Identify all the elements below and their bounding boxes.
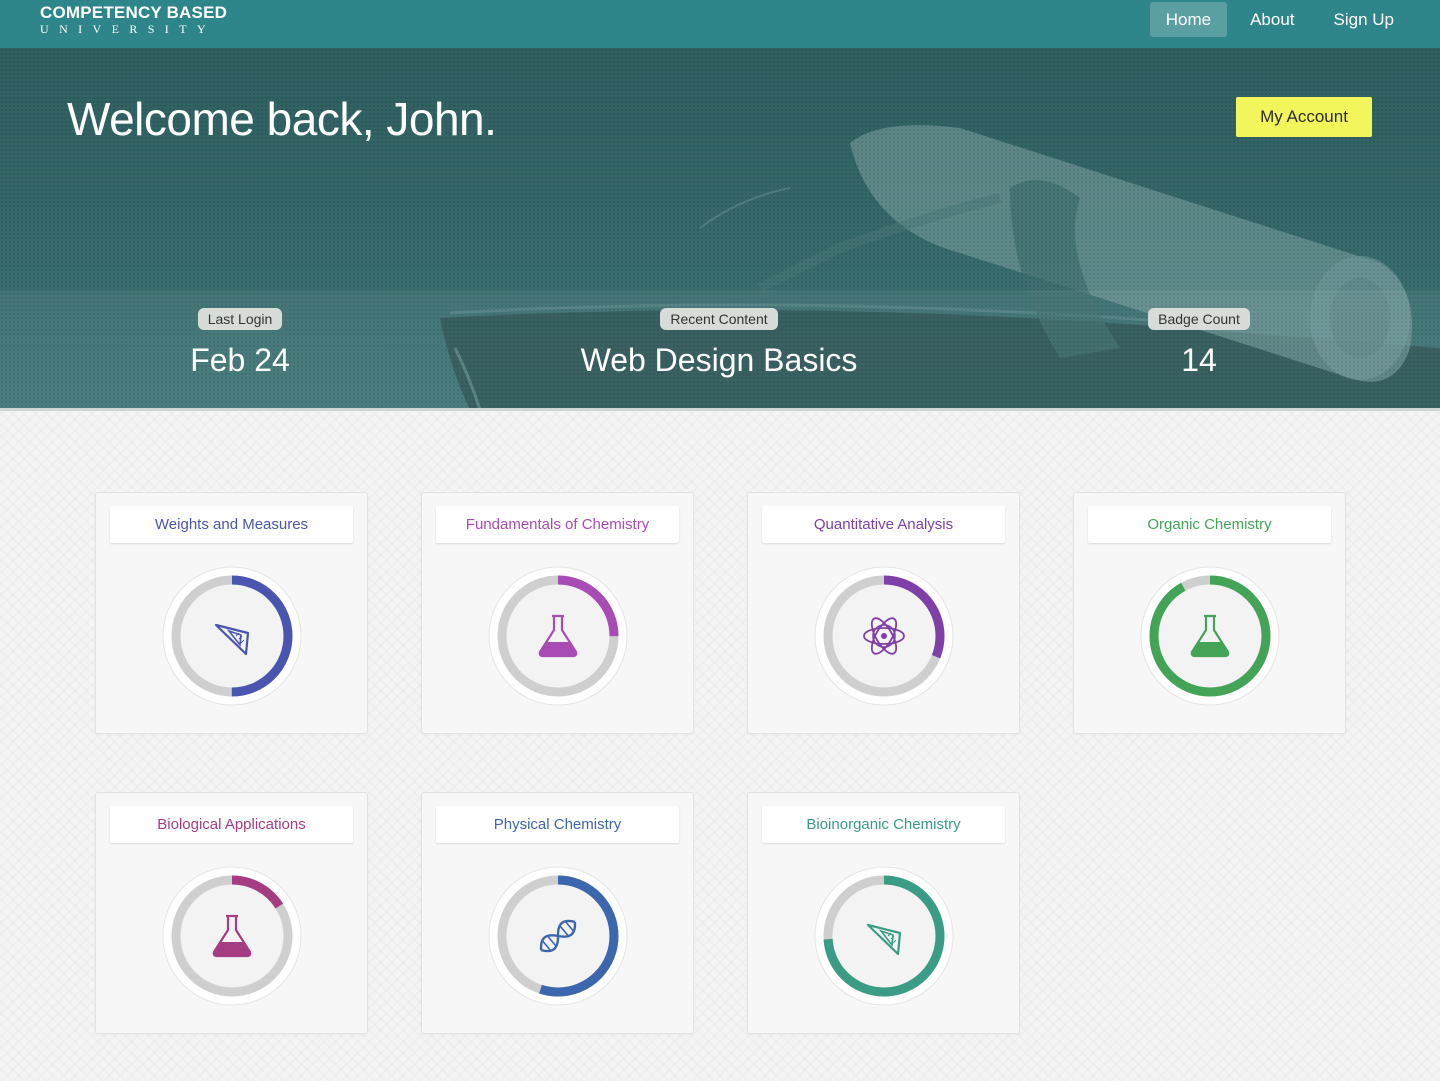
nav-links: Home About Sign Up: [1143, 2, 1410, 37]
course-grid: Weights and Measures Fundamentals of Che…: [0, 411, 1440, 1081]
course-card[interactable]: Weights and Measures: [95, 492, 368, 734]
stat-value: 14: [1181, 342, 1217, 378]
course-title: Biological Applications: [110, 806, 353, 843]
course-title: Organic Chemistry: [1088, 506, 1331, 543]
stat-label: Recent Content: [660, 308, 778, 330]
progress-ring: [162, 866, 302, 1006]
progress-ring: [162, 566, 302, 706]
progress-ring: [1140, 566, 1280, 706]
my-account-button[interactable]: My Account: [1236, 97, 1372, 137]
logo-title: COMPETENCY BASED: [40, 3, 228, 22]
course-card[interactable]: Physical Chemistry: [421, 792, 694, 1034]
progress-ring: [488, 566, 628, 706]
nav-home-link[interactable]: Home: [1149, 2, 1228, 37]
course-card[interactable]: Organic Chemistry: [1073, 492, 1346, 734]
course-title: Fundamentals of Chemistry: [436, 506, 679, 543]
logo-subtitle: UNIVERSITY: [40, 22, 216, 36]
course-card[interactable]: Fundamentals of Chemistry: [421, 492, 694, 734]
nav-signup-link[interactable]: Sign Up: [1318, 2, 1410, 37]
logo[interactable]: COMPETENCY BASED UNIVERSITY: [40, 3, 228, 37]
course-title: Physical Chemistry: [436, 806, 679, 843]
progress-ring: [814, 866, 954, 1006]
stat-value[interactable]: Web Design Basics: [539, 342, 899, 379]
stat-recent-content: Recent Content Web Design Basics: [539, 308, 899, 379]
stat-last-login: Last Login Feb 24: [60, 308, 420, 379]
course-title: Quantitative Analysis: [762, 506, 1005, 543]
nav-about-link[interactable]: About: [1234, 2, 1310, 37]
stat-badge-count: Badge Count 14: [1019, 308, 1379, 379]
course-title: Bioinorganic Chemistry: [762, 806, 1005, 843]
progress-ring: [814, 566, 954, 706]
progress-ring: [488, 866, 628, 1006]
course-title: Weights and Measures: [110, 506, 353, 543]
stat-value: Feb 24: [190, 342, 290, 378]
hero-banner: Welcome back, John. My Account Last Logi…: [0, 48, 1440, 410]
stat-label: Badge Count: [1148, 308, 1250, 330]
course-card[interactable]: Bioinorganic Chemistry: [747, 792, 1020, 1034]
stat-label: Last Login: [197, 308, 283, 330]
course-card[interactable]: Quantitative Analysis: [747, 492, 1020, 734]
top-nav: COMPETENCY BASED UNIVERSITY Home About S…: [0, 0, 1440, 48]
welcome-heading: Welcome back, John.: [67, 93, 497, 145]
course-card[interactable]: Biological Applications: [95, 792, 368, 1034]
